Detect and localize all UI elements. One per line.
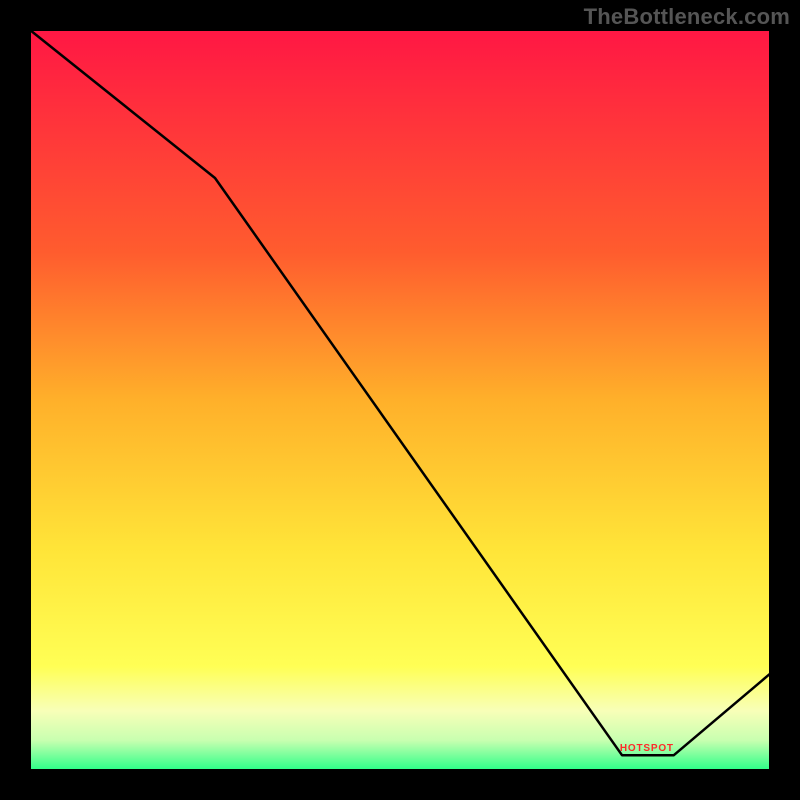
- chart-svg: [30, 30, 770, 770]
- chart-frame: TheBottleneck.com HOTSPOT: [0, 0, 800, 800]
- plot-area: [30, 30, 770, 770]
- hotspot-label: HOTSPOT: [620, 743, 674, 754]
- watermark-text: TheBottleneck.com: [584, 4, 790, 30]
- heat-background: [30, 30, 770, 770]
